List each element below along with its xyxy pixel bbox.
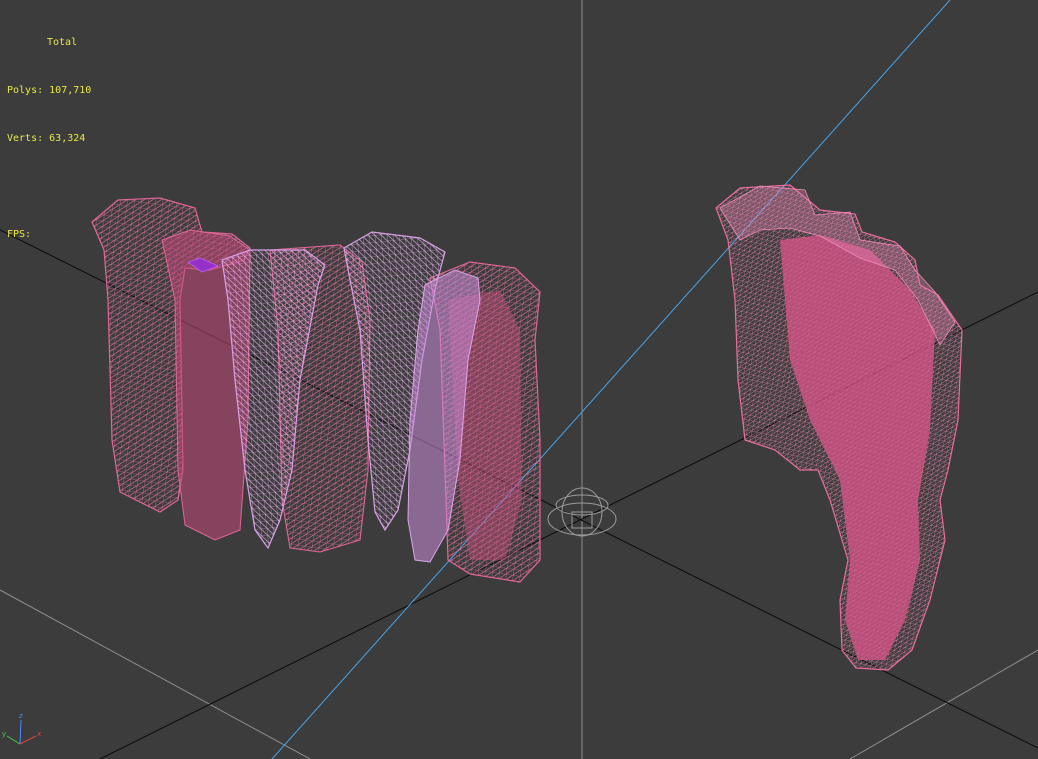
y-axis-label: y (2, 730, 7, 738)
polys-label: Polys: (7, 85, 44, 96)
mesh-left-cluster[interactable] (91, 197, 541, 583)
verts-value: 63,324 (49, 133, 86, 144)
z-axis-label: z (19, 712, 23, 720)
stats-spacer (7, 179, 91, 195)
viewport-statistics: Total Polys: 107,710 Verts: 63,324 FPS: (7, 3, 91, 275)
x-axis-label: x (37, 730, 42, 738)
stats-header: Total (47, 37, 78, 48)
y-axis-indicator (6, 735, 21, 745)
scene-canvas[interactable] (0, 0, 1038, 759)
stats-polys-row: Polys: 107,710 (7, 83, 91, 99)
verts-label: Verts: (7, 133, 44, 144)
stats-fps-row: FPS: (7, 227, 91, 243)
stats-verts-row: Verts: 63,324 (7, 131, 91, 147)
x-axis-indicator (19, 735, 37, 745)
perspective-viewport[interactable]: Total Polys: 107,710 Verts: 63,324 FPS: … (0, 0, 1038, 759)
polys-value: 107,710 (49, 85, 92, 96)
z-axis-indicator (19, 719, 22, 745)
axis-tripod-icon: z x y (0, 706, 52, 758)
mesh-right-cluster[interactable] (715, 184, 963, 671)
fps-label: FPS: (7, 229, 32, 240)
